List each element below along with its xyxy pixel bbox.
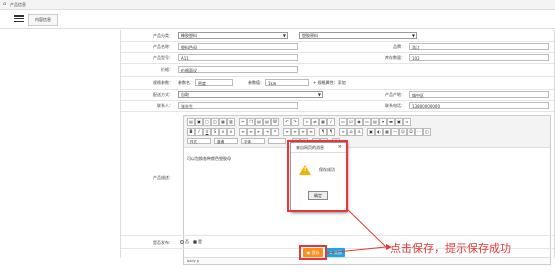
arrow-line-to-save: [326, 246, 387, 254]
annotation-arrows: [326, 207, 392, 254]
annotation-text: 点击保存，提示保存成功: [390, 242, 511, 255]
arrow-line-to-dialog: [345, 207, 387, 248]
